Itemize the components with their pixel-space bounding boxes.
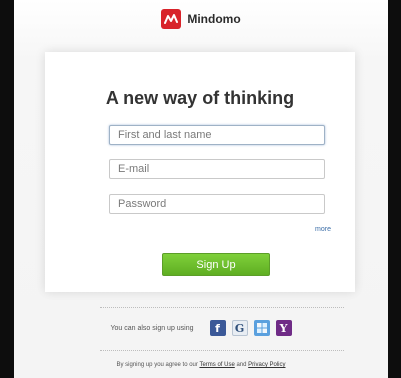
terms-prefix: By signing up you agree to our xyxy=(116,362,198,368)
brand-header: Mindomo xyxy=(14,8,388,30)
yahoo-glyph: Y xyxy=(279,321,288,335)
social-signup-row: You can also sign up using f G Y xyxy=(14,318,388,338)
email-field[interactable] xyxy=(109,159,325,179)
divider-bottom xyxy=(100,350,344,351)
facebook-glyph: f xyxy=(215,321,220,335)
password-field[interactable] xyxy=(109,194,325,214)
divider-top xyxy=(100,307,344,308)
brand-name: Mindomo xyxy=(187,12,241,26)
terms-notice: By signing up you agree to our Terms of … xyxy=(14,362,388,368)
google-icon[interactable]: G xyxy=(231,320,248,336)
mindomo-logo-icon xyxy=(161,9,182,29)
windows-live-icon[interactable] xyxy=(253,320,270,336)
yahoo-icon[interactable]: Y xyxy=(275,320,292,336)
terms-of-use-link[interactable]: Terms of Use xyxy=(199,362,234,368)
social-signup-prompt: You can also sign up using xyxy=(110,324,194,332)
terms-and: and xyxy=(236,362,247,368)
facebook-icon[interactable]: f xyxy=(209,320,226,336)
privacy-policy-link[interactable]: Privacy Policy xyxy=(248,362,285,368)
page-title: A new way of thinking xyxy=(105,88,295,108)
full-name-field[interactable] xyxy=(109,125,325,145)
google-glyph: G xyxy=(234,321,245,335)
signup-page: Mindomo A new way of thinking more Sign … xyxy=(14,0,388,378)
signup-card: A new way of thinking more Sign Up xyxy=(45,52,355,292)
more-link[interactable]: more xyxy=(315,226,331,233)
sign-up-button[interactable]: Sign Up xyxy=(162,253,270,276)
